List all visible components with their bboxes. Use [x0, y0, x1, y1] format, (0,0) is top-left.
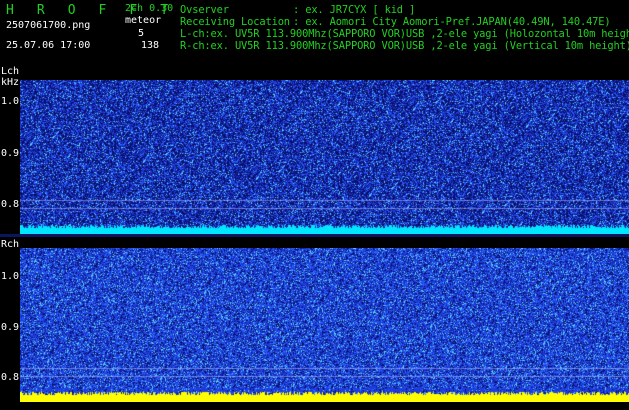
- location-label: Receiving Location: [180, 16, 290, 28]
- rch-ytick-3: 0.8: [1, 372, 20, 383]
- lch-ytick-3: 0.8: [1, 199, 20, 210]
- location-value: : ex. Aomori City Aomori-Pref.JAPAN(40.4…: [293, 16, 611, 28]
- lch-config: L-ch:ex. UV5R 113.900Mhz(SAPPORO VOR)USB…: [180, 28, 629, 40]
- mode-label: meteor: [125, 15, 162, 26]
- rch-label: Rch: [1, 239, 20, 250]
- rch-ytick-1: 1.0: [1, 271, 20, 282]
- observer-value: : ex. JR7CYX [ kid ]: [293, 4, 416, 16]
- filename-label: 2507061700.png: [6, 20, 91, 31]
- rch-config: R-ch:ex. UV5R 113.900Mhz(SAPPORO VOR)USB…: [180, 40, 629, 52]
- rch-count: 138: [141, 40, 160, 51]
- lch-label: Lch: [1, 66, 20, 77]
- lch-count: 5: [138, 28, 145, 39]
- lch-ytick-1: 1.0: [1, 96, 20, 107]
- lch-ytick-2: 0.9: [1, 148, 20, 159]
- lch-baseline: [0, 234, 629, 237]
- version-label: 2ch 0.30: [125, 3, 174, 14]
- rch-spectrogram: [20, 248, 629, 402]
- unit-label: kHz: [1, 77, 20, 88]
- rch-ytick-2: 0.9: [1, 322, 20, 333]
- observer-label: Ovserver: [180, 4, 229, 16]
- timestamp-label: 25.07.06 17:00: [6, 40, 91, 51]
- lch-spectrogram: [20, 80, 629, 234]
